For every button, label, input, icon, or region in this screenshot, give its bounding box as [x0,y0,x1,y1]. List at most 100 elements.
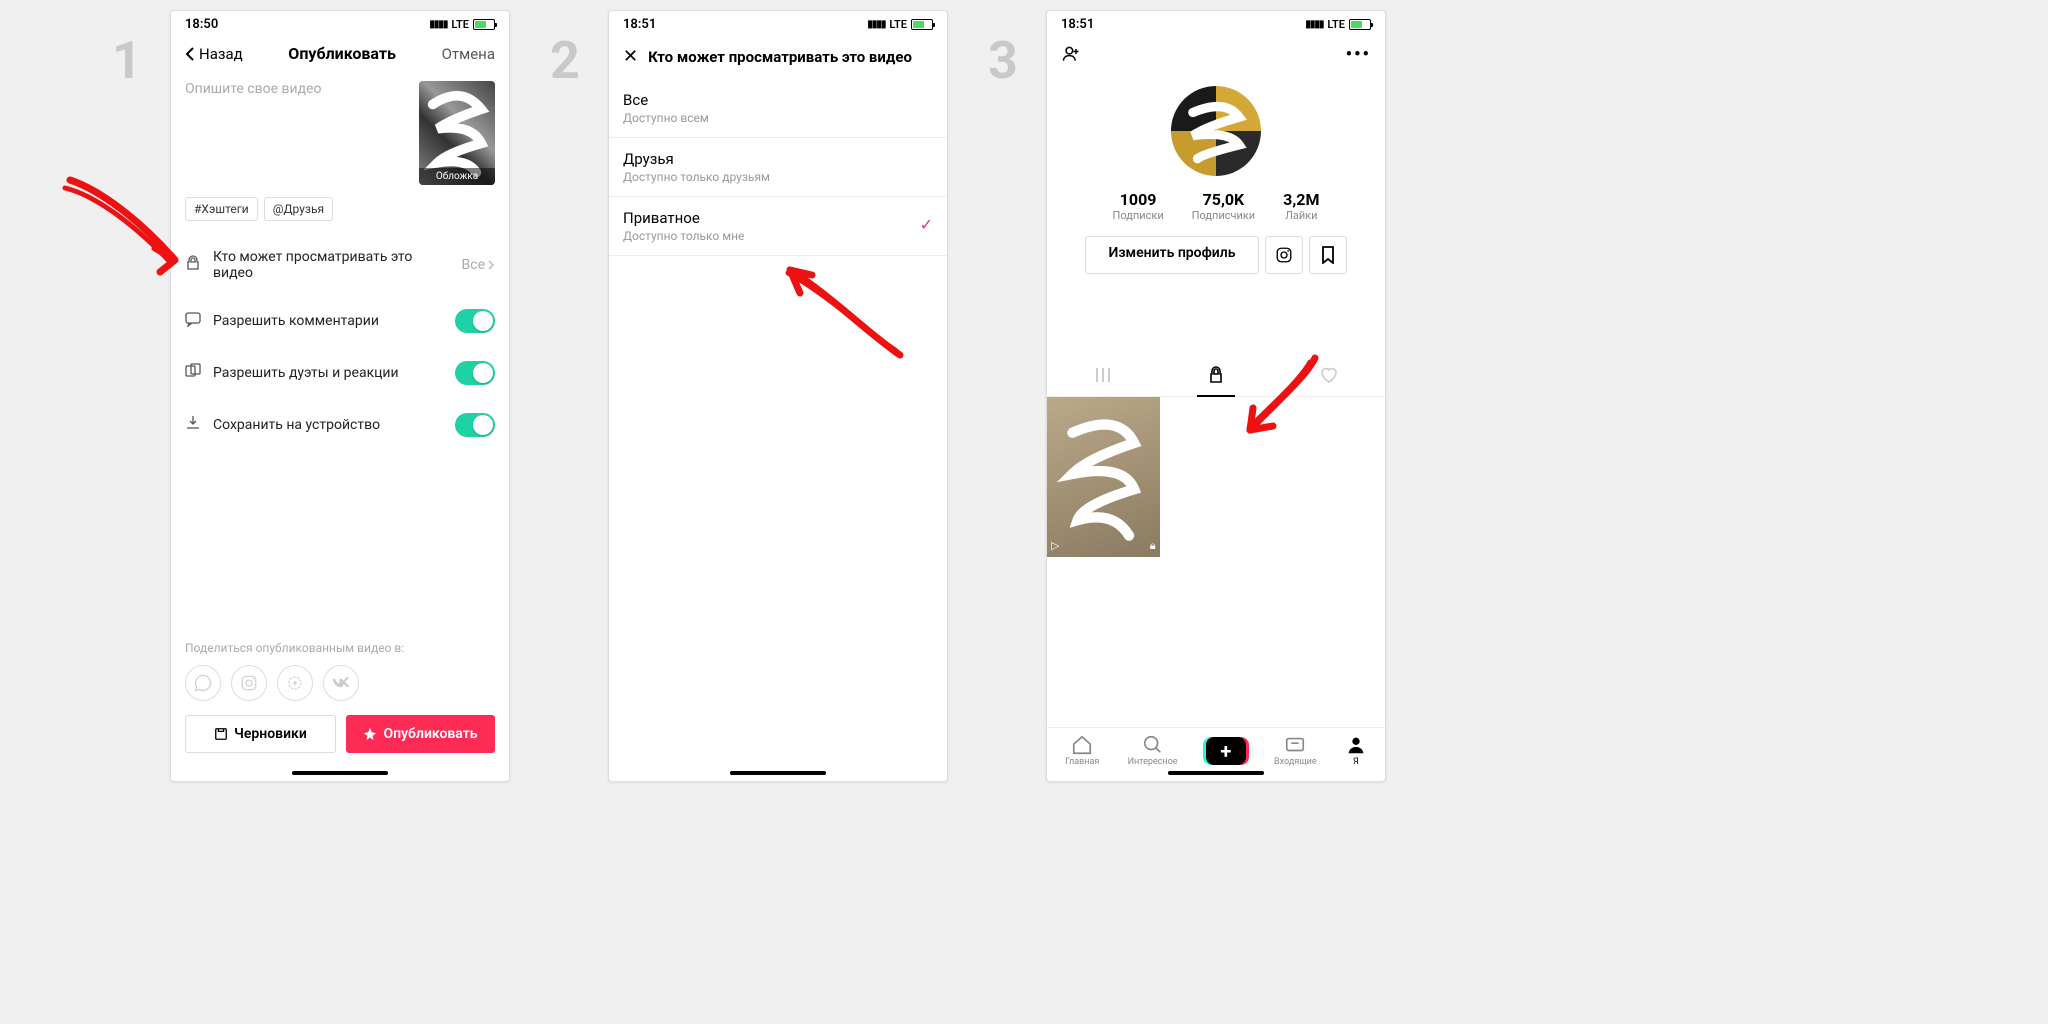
duets-toggle[interactable] [455,361,495,385]
status-bar: 18:50 ▮▮▮▮ LTE [171,11,509,34]
phone-screen-publish: 18:50 ▮▮▮▮ LTE Назад Опубликовать Отмена… [170,10,510,782]
comments-toggle[interactable] [455,309,495,333]
battery-icon [1349,19,1371,30]
whatsapp-icon[interactable] [185,665,221,701]
privacy-row[interactable]: Кто может просматривать это видео Все [171,235,509,295]
nav-home[interactable]: Главная [1065,734,1099,767]
back-button[interactable]: Назад [185,45,243,63]
network-label: LTE [889,18,907,31]
home-indicator [292,771,388,775]
privacy-label: Кто может просматривать это видео [213,249,452,281]
stories-icon[interactable] [277,665,313,701]
save-row: Сохранить на устройство [171,399,509,451]
battery-icon [473,19,495,30]
caption-input[interactable]: Опишите свое видео [185,81,411,185]
nav-discover[interactable]: Интересное [1128,734,1178,767]
signal-icon: ▮▮▮▮ [867,19,885,30]
heart-icon [1319,366,1339,384]
status-time: 18:51 [1061,17,1094,32]
home-indicator [730,771,826,775]
publish-button[interactable]: Опубликовать [346,715,495,753]
option-subtitle: Доступно всем [623,111,933,125]
duets-label: Разрешить дуэты и реакции [213,365,445,381]
instagram-link-button[interactable] [1265,236,1303,274]
back-label: Назад [199,45,243,63]
nav-create[interactable]: + [1206,737,1246,765]
nav-home-label: Главная [1065,757,1099,767]
chevron-right-icon [487,259,495,271]
likes-label: Лайки [1283,209,1319,222]
check-icon: ✓ [920,215,933,234]
drafts-icon [214,727,228,741]
nav-inbox[interactable]: Входящие [1274,734,1317,767]
search-icon [1142,734,1164,756]
friends-pill[interactable]: @Друзья [264,197,333,221]
page-title: Кто может просматривать это видео [648,48,912,66]
option-friends[interactable]: Друзья Доступно только друзьям [609,138,947,197]
publish-label: Опубликовать [383,726,477,742]
status-bar: 18:51 ▮▮▮▮ LTE [609,11,947,34]
followers-stat[interactable]: 75,0K Подписчики [1192,190,1255,222]
page-title: Опубликовать [288,44,396,63]
likes-stat[interactable]: 3,2M Лайки [1283,190,1319,222]
lock-icon [1208,366,1224,384]
status-bar: 18:51 ▮▮▮▮ LTE [1047,11,1385,34]
instagram-icon[interactable] [231,665,267,701]
tab-private[interactable] [1160,358,1273,396]
option-private[interactable]: Приватное Доступно только мне ✓ [609,197,947,256]
step-number-2: 2 [550,30,580,91]
chevron-left-icon [185,46,195,62]
signal-icon: ▮▮▮▮ [429,19,447,30]
followers-label: Подписчики [1192,209,1255,222]
option-everyone[interactable]: Все Доступно всем [609,79,947,138]
nav-inbox-label: Входящие [1274,757,1317,767]
step-number-1: 1 [112,30,142,91]
add-friend-button[interactable] [1061,44,1081,68]
battery-icon [911,19,933,30]
drafts-button[interactable]: Черновики [185,715,336,753]
share-label: Поделиться опубликованным видео в: [171,633,509,665]
status-time: 18:51 [623,17,656,32]
nav-bar: Назад Опубликовать Отмена [171,34,509,73]
phone-screen-profile: 18:51 ▮▮▮▮ LTE ••• 1009 Подписки 75,0K П… [1046,10,1386,782]
person-icon [1345,734,1367,756]
vk-icon[interactable] [323,665,359,701]
more-button[interactable]: ••• [1346,44,1371,68]
download-icon [185,415,203,435]
close-button[interactable]: ✕ [623,46,638,67]
phone-screen-privacy-options: 18:51 ▮▮▮▮ LTE ✕ Кто может просматривать… [608,10,948,782]
play-icon: ▷ [1051,539,1059,553]
home-indicator [1168,771,1264,775]
option-subtitle: Доступно только друзьям [623,170,933,184]
tab-liked[interactable] [1272,358,1385,396]
save-toggle[interactable] [455,413,495,437]
status-time: 18:50 [185,17,218,32]
avatar[interactable] [1171,86,1261,176]
privacy-value: Все [462,257,485,273]
drafts-label: Черновики [234,726,307,742]
lock-small-icon: 🔒︎ [1150,539,1156,553]
hashtags-pill[interactable]: #Хэштеги [185,197,258,221]
nav-me[interactable]: Я [1345,734,1367,767]
network-label: LTE [451,18,469,31]
option-title: Все [623,91,933,109]
option-title: Друзья [623,150,933,168]
likes-value: 3,2M [1283,190,1319,209]
grid-icon [1094,366,1112,384]
bookmark-button[interactable] [1309,236,1347,274]
option-subtitle: Доступно только мне [623,229,933,243]
home-icon [1071,734,1093,756]
cover-thumbnail[interactable]: Обложка [419,81,495,185]
video-tile[interactable]: ▷ 🔒︎ [1047,397,1160,557]
step-number-3: 3 [988,30,1018,91]
following-value: 1009 [1113,190,1164,209]
option-title: Приватное [623,209,933,227]
duets-row: Разрешить дуэты и реакции [171,347,509,399]
followers-value: 75,0K [1192,190,1255,209]
edit-profile-button[interactable]: Изменить профиль [1085,236,1258,274]
cancel-button[interactable]: Отмена [442,45,495,63]
save-label: Сохранить на устройство [213,417,445,433]
following-stat[interactable]: 1009 Подписки [1113,190,1164,222]
tab-grid[interactable] [1047,358,1160,396]
lock-icon [185,255,203,275]
